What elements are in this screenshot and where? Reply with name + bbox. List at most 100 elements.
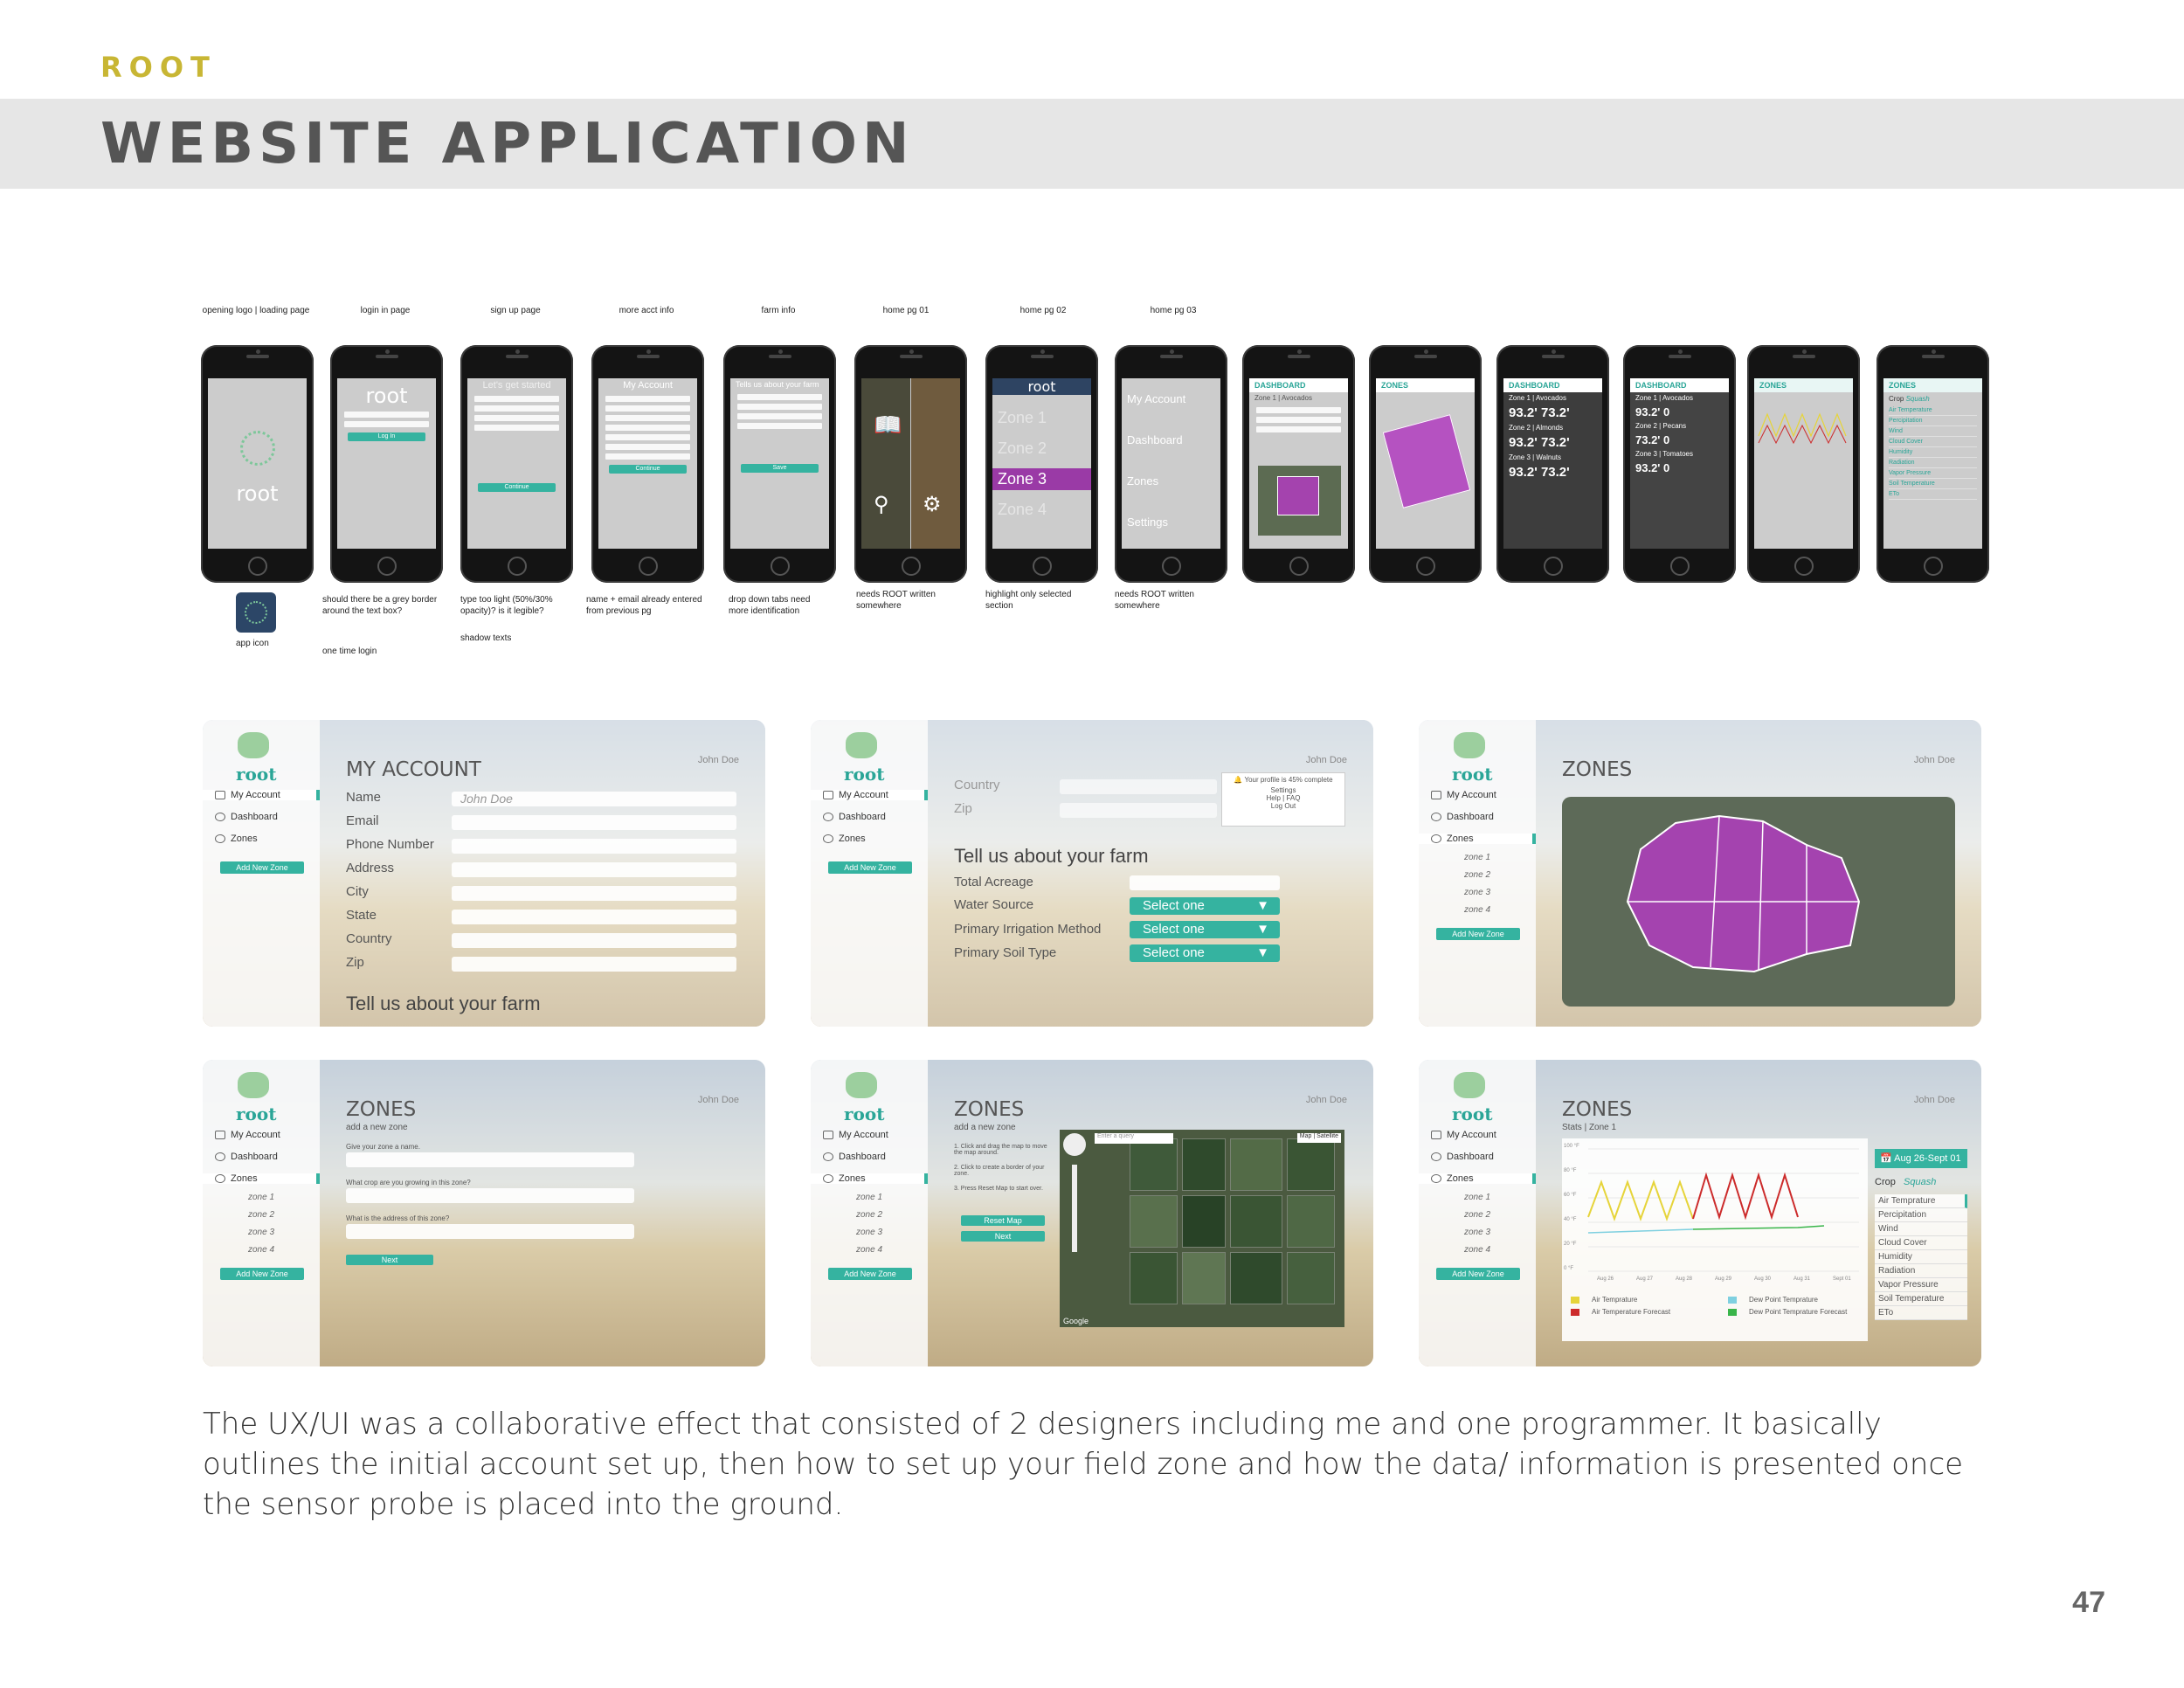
sidebar-item-zone-4[interactable]: zone 4 [1464, 905, 1490, 915]
reset-map-button[interactable]: Reset Map [961, 1215, 1045, 1226]
continue-button[interactable]: Continue [609, 465, 687, 474]
field-input[interactable] [452, 839, 736, 854]
login-button[interactable]: Log In [348, 432, 425, 441]
nav-my-account[interactable]: My Account [215, 1130, 280, 1140]
sidebar-item-zone-3[interactable]: zone 3 [1464, 1228, 1490, 1237]
irrigation-select[interactable]: Select one ▼ [1130, 921, 1280, 938]
zone-3-label[interactable]: Zone 3 [992, 468, 1091, 490]
sidebar-item-zone-2[interactable]: zone 2 [856, 1210, 882, 1220]
sidebar-item-zone-4[interactable]: zone 4 [248, 1245, 274, 1255]
metric-item[interactable]: Cloud Cover [1875, 1236, 1967, 1250]
metric-item[interactable]: Wind [1875, 1222, 1967, 1236]
save-button[interactable]: Save [741, 464, 819, 473]
nav-zones[interactable]: Zones [811, 1173, 928, 1184]
field-input[interactable] [452, 933, 736, 948]
menu-help[interactable]: Help | FAQ [1222, 794, 1344, 802]
metric-item[interactable]: Vapor Pressure [1889, 468, 1977, 479]
user-menu[interactable]: John Doe [698, 1095, 739, 1105]
zone-1-label[interactable]: Zone 1 [992, 407, 1091, 429]
location-pin-icon[interactable]: ⚲ [874, 492, 889, 517]
nav-dashboard[interactable]: Dashboard [823, 812, 886, 822]
phone-screen-title[interactable]: My Account [1122, 391, 1220, 407]
metric-item[interactable]: Percipitation [1875, 1208, 1967, 1222]
sidebar-item-zone-4[interactable]: zone 4 [856, 1245, 882, 1255]
metric-item[interactable]: Wind [1889, 426, 1977, 437]
nav-zones[interactable]: Zones [1419, 1173, 1536, 1184]
crop-input[interactable] [346, 1188, 634, 1203]
nav-my-account[interactable]: My Account [1431, 1130, 1496, 1140]
farm-section-link[interactable]: Tell us about your farm [346, 993, 541, 1015]
field-input[interactable] [452, 957, 736, 972]
nav-my-account[interactable]: My Account [1431, 790, 1496, 800]
sidebar-item-zone-3[interactable]: zone 3 [856, 1228, 882, 1237]
field-input[interactable] [452, 910, 736, 924]
next-button[interactable]: Next [961, 1231, 1045, 1242]
sidebar-item-zone-1[interactable]: zone 1 [1464, 853, 1490, 862]
metric-item[interactable]: Radiation [1875, 1264, 1967, 1278]
date-range-button[interactable]: 📅 Aug 26-Sept 01 [1875, 1149, 1967, 1168]
field-input[interactable] [452, 815, 736, 830]
field-input[interactable]: John Doe [452, 792, 736, 806]
nav-my-account[interactable]: My Account [811, 790, 928, 800]
metric-item[interactable]: Radiation [1889, 458, 1977, 468]
add-new-zone-button[interactable]: Add New Zone [1436, 928, 1520, 940]
nav-my-account[interactable]: My Account [823, 1130, 888, 1140]
sidebar-item-zone-3[interactable]: zone 3 [248, 1228, 274, 1237]
metric-item[interactable]: Percipitation [1889, 416, 1977, 426]
soil-select[interactable]: Select one ▼ [1130, 944, 1280, 962]
menu-settings[interactable]: Settings [1222, 786, 1344, 794]
add-new-zone-button[interactable]: Add New Zone [220, 861, 304, 874]
sidebar-item-zone-1[interactable]: zone 1 [1464, 1193, 1490, 1202]
map-type-satellite[interactable]: Satellite [1317, 1133, 1338, 1139]
sidebar-item-zone-3[interactable]: zone 3 [1464, 888, 1490, 897]
metric-item[interactable]: ETo [1875, 1306, 1967, 1320]
sidebar-item-zone-2[interactable]: zone 2 [248, 1210, 274, 1220]
address-input[interactable] [346, 1224, 634, 1239]
nav-zones[interactable]: Zones [215, 834, 258, 844]
add-new-zone-button[interactable]: Add New Zone [828, 861, 912, 874]
nav-dashboard[interactable]: Dashboard [215, 1152, 278, 1162]
map-search-input[interactable]: Enter a query [1095, 1133, 1173, 1144]
sidebar-item-zone-1[interactable]: zone 1 [248, 1193, 274, 1202]
gear-icon[interactable]: ⚙ [923, 492, 942, 517]
continue-button[interactable]: Continue [478, 483, 556, 492]
sidebar-item-zone-1[interactable]: zone 1 [856, 1193, 882, 1202]
next-button[interactable]: Next [346, 1255, 433, 1265]
sidebar-item-zone-2[interactable]: zone 2 [1464, 1210, 1490, 1220]
nav-zones[interactable]: Zones [203, 1173, 320, 1184]
metric-item[interactable]: ETo [1889, 489, 1977, 500]
zone-2-label[interactable]: Zone 2 [992, 438, 1091, 460]
sidebar-item-zone-4[interactable]: zone 4 [1464, 1245, 1490, 1255]
metric-item[interactable]: Cloud Cover [1889, 437, 1977, 447]
satellite-map[interactable]: Enter a query Map | Satellite Google [1060, 1130, 1344, 1327]
metric-item[interactable]: Soil Temperature [1889, 479, 1977, 489]
zone-name-input[interactable] [346, 1152, 634, 1167]
nav-zones[interactable]: Zones [823, 834, 866, 844]
metric-item[interactable]: Vapor Pressure [1875, 1278, 1967, 1292]
sidebar-item-zone-2[interactable]: zone 2 [1464, 870, 1490, 880]
zone-4-label[interactable]: Zone 4 [992, 499, 1091, 521]
water-source-select[interactable]: Select one ▼ [1130, 897, 1280, 915]
nav-dashboard[interactable]: Dashboard [1431, 812, 1494, 822]
nav-dashboard[interactable]: Dashboard [215, 812, 278, 822]
metric-item[interactable]: Air Temprature [1875, 1194, 1967, 1208]
acreage-input[interactable] [1130, 875, 1280, 890]
settings-link[interactable]: Settings [1122, 514, 1220, 530]
nav-zones[interactable]: Zones [1419, 834, 1536, 844]
map-pan-control[interactable] [1063, 1133, 1086, 1156]
nav-dashboard[interactable]: Dashboard [823, 1152, 886, 1162]
nav-dashboard[interactable]: Dashboard [1431, 1152, 1494, 1162]
user-menu[interactable]: John Doe [1914, 1095, 1955, 1105]
field-input[interactable] [452, 862, 736, 877]
map-zoom-slider[interactable] [1072, 1165, 1077, 1252]
user-menu[interactable]: John Doe [698, 755, 739, 765]
nav-my-account[interactable]: My Account [203, 790, 320, 800]
zones-link[interactable]: Zones [1122, 473, 1220, 489]
user-menu[interactable]: John Doe [1306, 1095, 1347, 1105]
metric-item[interactable]: Humidity [1875, 1250, 1967, 1264]
dashboard-link[interactable]: Dashboard [1122, 432, 1220, 448]
country-input[interactable] [1060, 779, 1217, 794]
metric-item[interactable]: Soil Temperature [1875, 1292, 1967, 1306]
map-type-map[interactable]: Map [1300, 1133, 1312, 1139]
metric-item[interactable]: Air Temperature [1889, 405, 1977, 416]
